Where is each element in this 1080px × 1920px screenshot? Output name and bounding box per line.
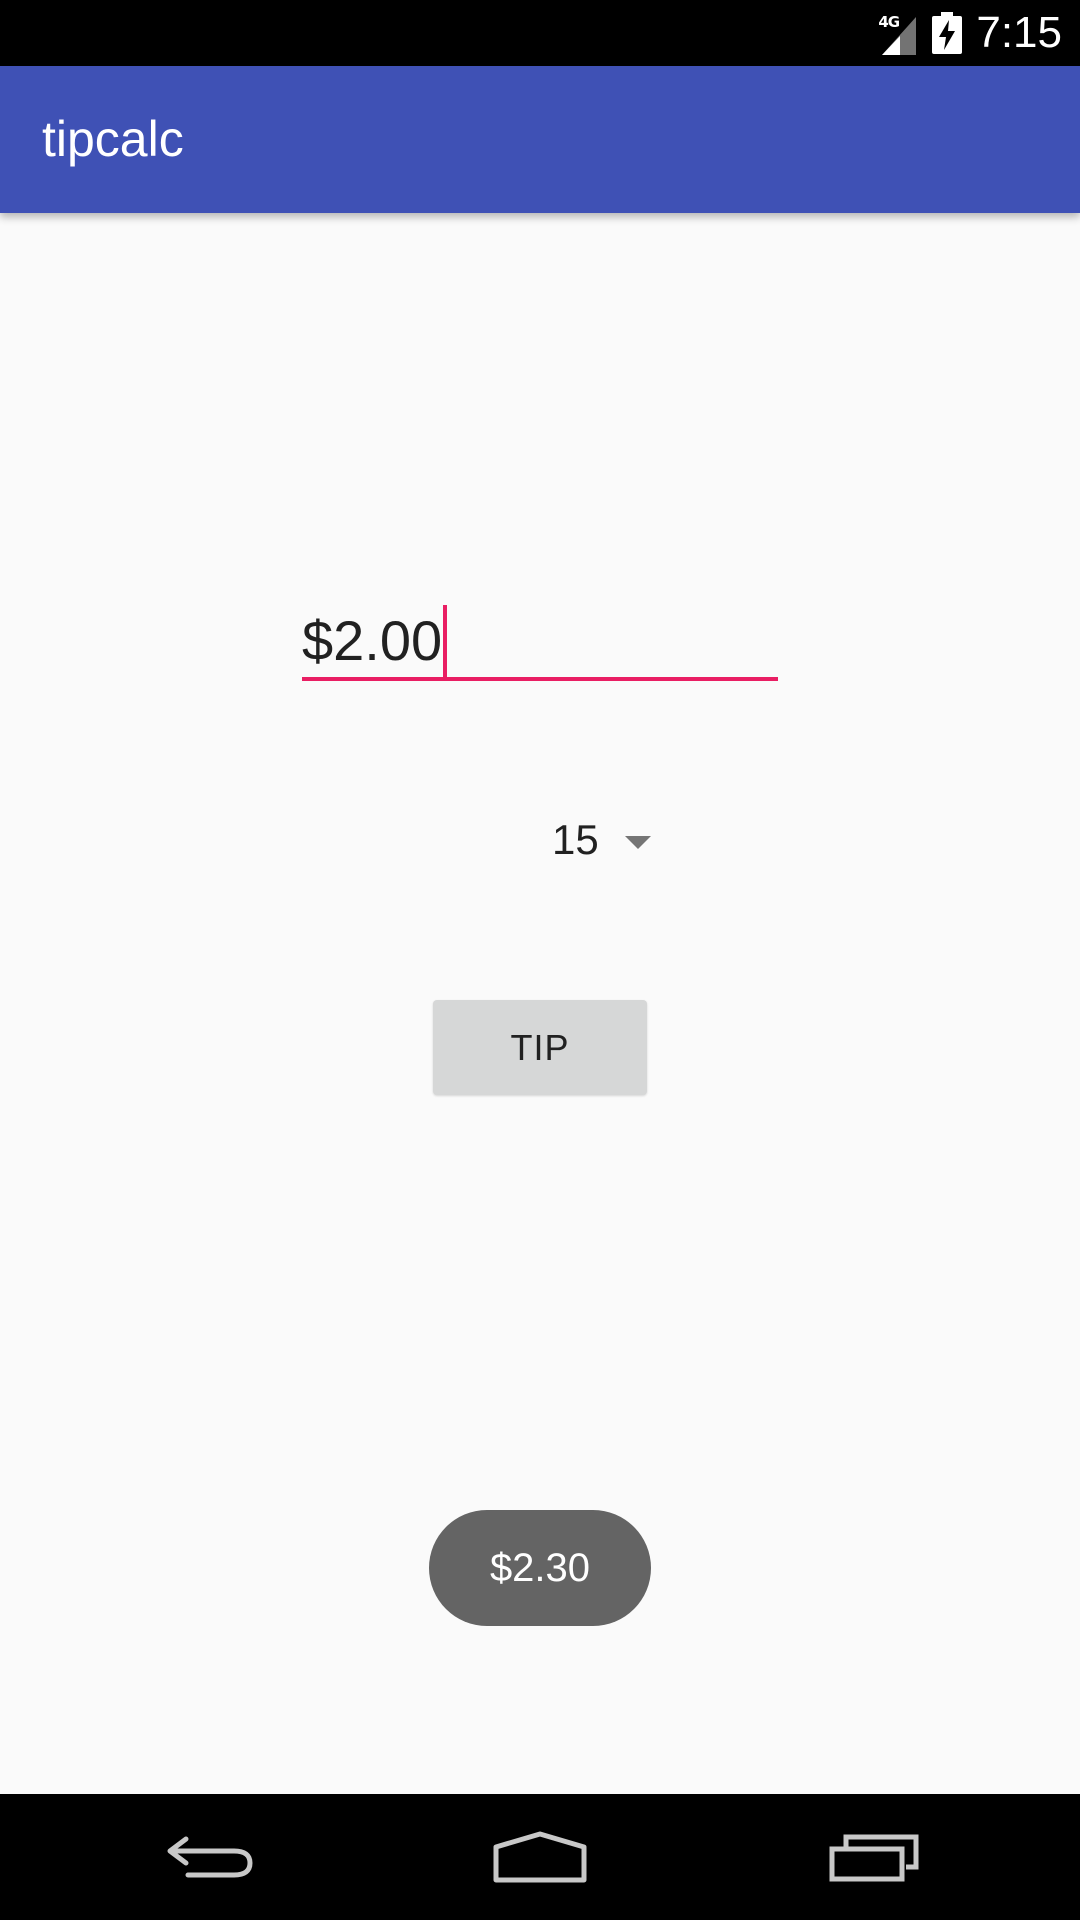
amount-input-underline <box>302 677 778 681</box>
amount-input-value-wrap: $2.00 <box>302 605 448 677</box>
app-bar: tipcalc <box>0 66 1080 213</box>
amount-input-text: $2.00 <box>302 609 443 672</box>
home-button[interactable] <box>480 1794 600 1920</box>
navigation-bar <box>0 1794 1080 1920</box>
back-icon <box>167 1836 253 1878</box>
app-title: tipcalc <box>42 111 184 167</box>
status-icons: 4G 7:15 <box>878 0 1062 66</box>
dropdown-arrow-icon <box>624 835 651 849</box>
text-cursor <box>443 605 448 677</box>
status-bar: 4G 7:15 <box>0 0 1080 66</box>
result-toast: $2.30 <box>429 1510 651 1626</box>
recents-icon <box>829 1834 919 1882</box>
clock: 7:15 <box>976 8 1062 57</box>
tip-percent-spinner[interactable]: 15 <box>540 810 660 870</box>
network-type-label: 4G <box>878 13 900 31</box>
toast-message: $2.30 <box>489 1545 591 1590</box>
back-button[interactable] <box>150 1794 270 1920</box>
tip-percent-value: 15 <box>552 816 599 863</box>
battery-charging-icon <box>932 12 963 54</box>
home-icon <box>493 1831 587 1883</box>
screen: 4G 7:15 tipcalc $2.00 15 TIP $2.30 <box>0 0 1080 1920</box>
tip-button[interactable]: TIP <box>433 1000 647 1095</box>
recents-button[interactable] <box>815 1794 935 1920</box>
signal-icon: 4G <box>878 9 918 57</box>
amount-input[interactable]: $2.00 <box>302 595 778 685</box>
